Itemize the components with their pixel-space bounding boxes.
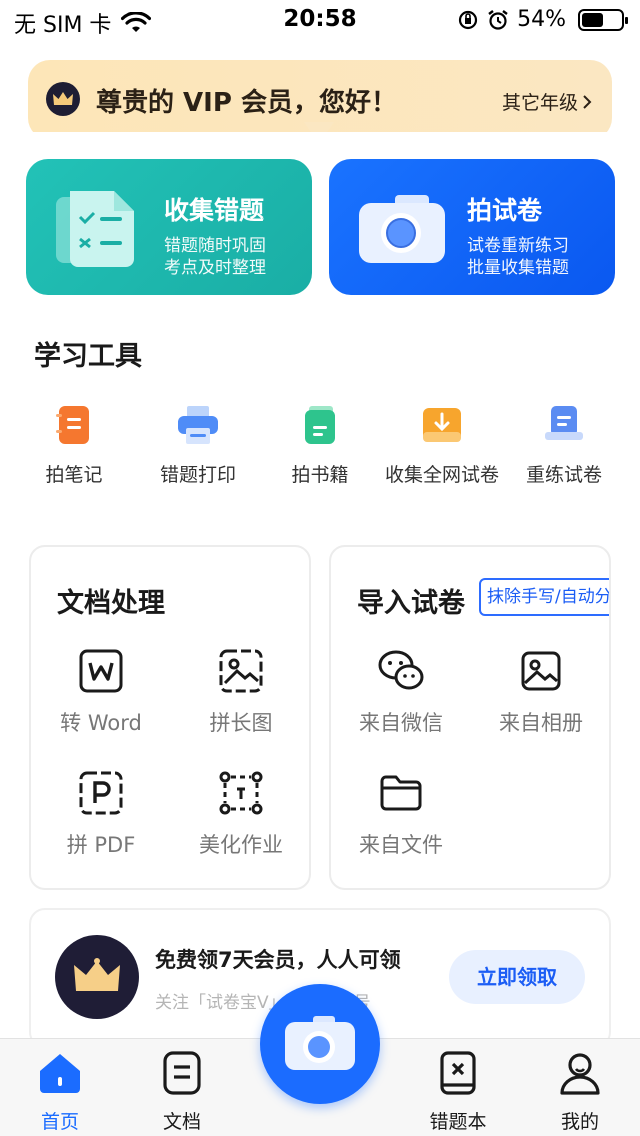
document-processing-panel: 文档处理 转 Word 拼长图 拼 PDF 美化作业	[29, 545, 311, 890]
beautify-homework-label: 美化作业	[199, 833, 283, 857]
battery-percent: 54%	[517, 7, 566, 32]
import-paper-title: 导入试卷	[357, 588, 465, 619]
shoot-paper-title: 拍试卷	[467, 196, 543, 225]
orientation-lock-icon	[458, 10, 478, 29]
beautify-homework-button[interactable]: 美化作业	[171, 769, 311, 859]
battery-fill	[582, 12, 603, 27]
tool-take-notes[interactable]: 拍笔记	[10, 400, 138, 487]
tool-collect-web-papers[interactable]: 收集全网试卷	[378, 400, 506, 487]
crown-icon	[46, 82, 80, 116]
download-tray-icon	[421, 404, 463, 446]
promo-title: 免费领7天会员，人人可领	[155, 948, 401, 972]
status-right: 54%	[457, 7, 628, 32]
folder-icon	[377, 769, 425, 817]
to-word-label: 转 Word	[60, 711, 142, 735]
collect-mistakes-line2: 考点及时整理	[164, 258, 266, 278]
tool-label: 收集全网试卷	[384, 464, 499, 486]
tab-mistake-book[interactable]: 错题本	[408, 1049, 508, 1134]
tab-profile[interactable]: 我的	[530, 1049, 630, 1134]
tool-label: 拍笔记	[45, 464, 103, 486]
merge-pdf-label: 拼 PDF	[66, 833, 136, 857]
tool-print-mistakes[interactable]: 错题打印	[134, 400, 262, 487]
word-icon	[77, 647, 125, 695]
vip-greeting: 尊贵的 VIP 会员，您好！	[96, 88, 397, 118]
tab-label: 文档	[162, 1111, 201, 1133]
tool-redo-papers[interactable]: 重练试卷	[500, 400, 628, 487]
collect-mistakes-icon	[56, 191, 134, 267]
tab-label: 错题本	[429, 1111, 487, 1133]
claim-now-button[interactable]: 立即领取	[449, 950, 585, 1004]
other-grade-label: 其它年级	[501, 92, 578, 114]
camera-icon	[285, 1016, 355, 1070]
collect-mistakes-card[interactable]: 收集错题 错题随时巩固 考点及时整理	[26, 159, 312, 295]
from-album-label: 来自相册	[499, 711, 583, 735]
tool-shoot-books[interactable]: 拍书籍	[256, 400, 384, 487]
album-icon	[517, 647, 565, 695]
from-file-label: 来自文件	[359, 833, 443, 857]
mistake-book-icon	[434, 1049, 482, 1097]
shoot-paper-card[interactable]: 拍试卷 试卷重新练习 批量收集错题	[329, 159, 615, 295]
other-grade-link[interactable]: 其它年级	[502, 88, 592, 115]
camera-fab-button[interactable]	[260, 984, 380, 1104]
crown-icon	[74, 958, 120, 991]
to-word-button[interactable]: 转 Word	[31, 647, 171, 737]
long-image-button[interactable]: 拼长图	[171, 647, 311, 737]
tab-label: 我的	[560, 1111, 599, 1133]
study-tools-title: 学习工具	[34, 341, 142, 372]
erase-handwriting-badge[interactable]: 抹除手写/自动分	[479, 578, 609, 616]
chevron-right-icon	[583, 94, 592, 109]
long-image-icon	[217, 647, 265, 695]
tool-label: 错题打印	[159, 464, 236, 486]
tool-label: 拍书籍	[291, 464, 349, 486]
tab-label: 首页	[40, 1111, 79, 1133]
merge-pdf-button[interactable]: 拼 PDF	[31, 769, 171, 859]
from-file-button[interactable]: 来自文件	[331, 769, 471, 859]
document-icon	[158, 1049, 206, 1097]
alarm-icon	[488, 9, 508, 30]
import-paper-panel: 导入试卷 抹除手写/自动分 来自微信 来自相册 来自文件	[329, 545, 611, 890]
book-icon	[299, 404, 341, 446]
redo-paper-icon	[543, 404, 585, 446]
long-image-label: 拼长图	[209, 711, 273, 735]
camera-icon	[359, 195, 445, 263]
tab-home[interactable]: 首页	[10, 1049, 110, 1134]
notebook-icon	[53, 404, 95, 446]
from-wechat-label: 来自微信	[359, 711, 443, 735]
shoot-paper-line2: 批量收集错题	[467, 258, 569, 278]
vip-crown-avatar	[55, 935, 139, 1019]
from-album-button[interactable]: 来自相册	[471, 647, 609, 737]
pdf-icon	[77, 769, 125, 817]
printer-icon	[177, 404, 219, 446]
profile-icon	[556, 1049, 604, 1097]
document-processing-title: 文档处理	[57, 588, 165, 619]
from-wechat-button[interactable]: 来自微信	[331, 647, 471, 737]
tool-label: 重练试卷	[525, 464, 602, 486]
beautify-icon	[217, 769, 265, 817]
study-tools-row: 拍笔记 错题打印 拍书籍 收集全网试卷 重练试卷	[0, 400, 640, 500]
home-icon	[36, 1049, 84, 1097]
battery-icon	[578, 8, 628, 31]
status-bar: 无 SIM 卡 20:58 54%	[0, 0, 640, 40]
wechat-icon	[377, 647, 425, 695]
tab-documents[interactable]: 文档	[132, 1049, 232, 1134]
collect-mistakes-title: 收集错题	[164, 196, 265, 225]
